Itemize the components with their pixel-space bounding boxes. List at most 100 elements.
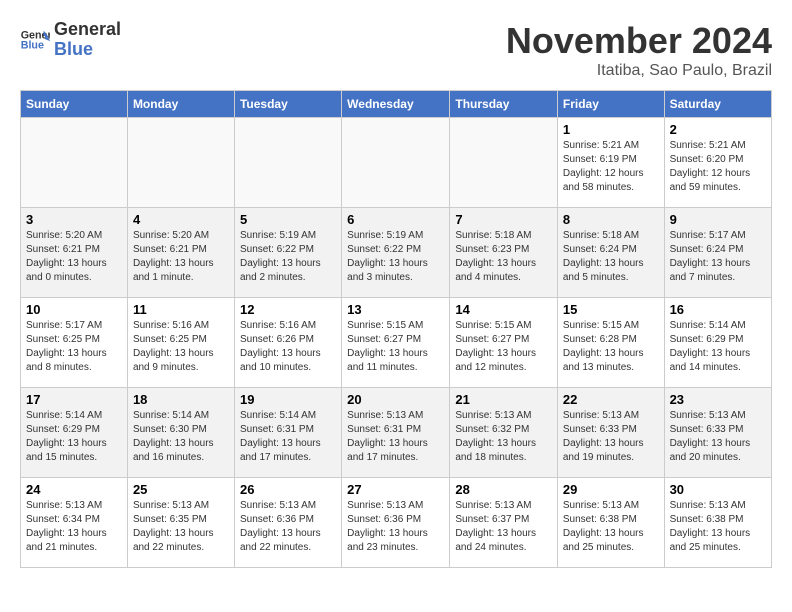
calendar-day-cell xyxy=(21,118,128,208)
day-number: 15 xyxy=(563,302,659,317)
calendar-day-cell: 14 Sunrise: 5:15 AM Sunset: 6:27 PM Dayli… xyxy=(450,298,558,388)
logo-icon: General Blue xyxy=(20,27,50,52)
day-of-week-header: Sunday xyxy=(21,91,128,118)
month-year-title: November 2024 xyxy=(506,20,772,62)
day-info: Sunrise: 5:13 AM Sunset: 6:36 PM Dayligh… xyxy=(240,499,336,555)
calendar-week-row: 3 Sunrise: 5:20 AM Sunset: 6:21 PM Daylig… xyxy=(21,208,772,298)
day-info: Sunrise: 5:13 AM Sunset: 6:34 PM Dayligh… xyxy=(26,499,122,555)
day-number: 6 xyxy=(347,212,444,227)
day-number: 7 xyxy=(455,212,552,227)
day-info: Sunrise: 5:20 AM Sunset: 6:21 PM Dayligh… xyxy=(26,229,122,285)
day-info: Sunrise: 5:14 AM Sunset: 6:29 PM Dayligh… xyxy=(670,319,766,375)
day-number: 22 xyxy=(563,392,659,407)
calendar-day-cell: 20Sunrise: 5:13 AM Sunset: 6:31 PM Dayli… xyxy=(342,388,450,478)
day-number: 20 xyxy=(347,392,444,407)
calendar-day-cell: 29Sunrise: 5:13 AM Sunset: 6:38 PM Dayli… xyxy=(557,478,664,568)
calendar-day-cell: 30Sunrise: 5:13 AM Sunset: 6:38 PM Dayli… xyxy=(664,478,771,568)
day-number: 23 xyxy=(670,392,766,407)
day-info: Sunrise: 5:19 AM Sunset: 6:22 PM Dayligh… xyxy=(347,229,444,285)
day-number: 28 xyxy=(455,482,552,497)
day-number: 2 xyxy=(670,122,766,137)
day-info: Sunrise: 5:14 AM Sunset: 6:29 PM Dayligh… xyxy=(26,409,122,465)
day-info: Sunrise: 5:13 AM Sunset: 6:38 PM Dayligh… xyxy=(670,499,766,555)
calendar-day-cell xyxy=(342,118,450,208)
day-of-week-header: Saturday xyxy=(664,91,771,118)
calendar-day-cell: 10Sunrise: 5:17 AM Sunset: 6:25 PM Dayli… xyxy=(21,298,128,388)
day-info: Sunrise: 5:17 AM Sunset: 6:24 PM Dayligh… xyxy=(670,229,766,285)
calendar-day-cell: 17 Sunrise: 5:14 AM Sunset: 6:29 PM Dayli… xyxy=(21,388,128,478)
calendar-day-cell: 1 Sunrise: 5:21 AM Sunset: 6:19 PM Daylig… xyxy=(557,118,664,208)
day-number: 17 xyxy=(26,392,122,407)
calendar-day-cell: 6 Sunrise: 5:19 AM Sunset: 6:22 PM Daylig… xyxy=(342,208,450,298)
page-header: General Blue General Blue November 2024 … xyxy=(20,20,772,80)
calendar-week-row: 24 Sunrise: 5:13 AM Sunset: 6:34 PM Dayli… xyxy=(21,478,772,568)
calendar-day-cell: 2 Sunrise: 5:21 AM Sunset: 6:20 PM Daylig… xyxy=(664,118,771,208)
calendar-day-cell: 27Sunrise: 5:13 AM Sunset: 6:36 PM Dayli… xyxy=(342,478,450,568)
day-of-week-header: Monday xyxy=(127,91,234,118)
day-number: 5 xyxy=(240,212,336,227)
day-info: Sunrise: 5:15 AM Sunset: 6:28 PM Dayligh… xyxy=(563,319,659,375)
calendar-day-cell: 15 Sunrise: 5:15 AM Sunset: 6:28 PM Dayli… xyxy=(557,298,664,388)
day-info: Sunrise: 5:16 AM Sunset: 6:25 PM Dayligh… xyxy=(133,319,229,375)
logo-blue: Blue xyxy=(54,40,121,60)
day-number: 21 xyxy=(455,392,552,407)
calendar-day-cell: 13Sunrise: 5:15 AM Sunset: 6:27 PM Dayli… xyxy=(342,298,450,388)
day-info: Sunrise: 5:19 AM Sunset: 6:22 PM Dayligh… xyxy=(240,229,336,285)
day-number: 8 xyxy=(563,212,659,227)
day-info: Sunrise: 5:13 AM Sunset: 6:32 PM Dayligh… xyxy=(455,409,552,465)
calendar-week-row: 1 Sunrise: 5:21 AM Sunset: 6:19 PM Daylig… xyxy=(21,118,772,208)
day-number: 1 xyxy=(563,122,659,137)
day-info: Sunrise: 5:13 AM Sunset: 6:36 PM Dayligh… xyxy=(347,499,444,555)
calendar-day-cell: 5 Sunrise: 5:19 AM Sunset: 6:22 PM Daylig… xyxy=(234,208,341,298)
calendar-day-cell: 22 Sunrise: 5:13 AM Sunset: 6:33 PM Dayli… xyxy=(557,388,664,478)
day-number: 3 xyxy=(26,212,122,227)
calendar-day-cell: 11 Sunrise: 5:16 AM Sunset: 6:25 PM Dayli… xyxy=(127,298,234,388)
calendar-day-cell: 9Sunrise: 5:17 AM Sunset: 6:24 PM Daylig… xyxy=(664,208,771,298)
calendar-day-cell xyxy=(234,118,341,208)
day-info: Sunrise: 5:18 AM Sunset: 6:23 PM Dayligh… xyxy=(455,229,552,285)
calendar-day-cell: 19 Sunrise: 5:14 AM Sunset: 6:31 PM Dayli… xyxy=(234,388,341,478)
calendar-day-cell: 7 Sunrise: 5:18 AM Sunset: 6:23 PM Daylig… xyxy=(450,208,558,298)
day-info: Sunrise: 5:13 AM Sunset: 6:33 PM Dayligh… xyxy=(563,409,659,465)
calendar-day-cell: 26 Sunrise: 5:13 AM Sunset: 6:36 PM Dayli… xyxy=(234,478,341,568)
calendar-day-cell: 16 Sunrise: 5:14 AM Sunset: 6:29 PM Dayli… xyxy=(664,298,771,388)
day-info: Sunrise: 5:17 AM Sunset: 6:25 PM Dayligh… xyxy=(26,319,122,375)
title-area: November 2024 Itatiba, Sao Paulo, Brazil xyxy=(506,20,772,80)
day-number: 4 xyxy=(133,212,229,227)
day-info: Sunrise: 5:14 AM Sunset: 6:31 PM Dayligh… xyxy=(240,409,336,465)
day-number: 12 xyxy=(240,302,336,317)
day-number: 14 xyxy=(455,302,552,317)
logo-general: General xyxy=(54,20,121,40)
day-of-week-header: Thursday xyxy=(450,91,558,118)
day-info: Sunrise: 5:13 AM Sunset: 6:37 PM Dayligh… xyxy=(455,499,552,555)
calendar-week-row: 17 Sunrise: 5:14 AM Sunset: 6:29 PM Dayli… xyxy=(21,388,772,478)
day-number: 19 xyxy=(240,392,336,407)
day-number: 11 xyxy=(133,302,229,317)
day-info: Sunrise: 5:16 AM Sunset: 6:26 PM Dayligh… xyxy=(240,319,336,375)
calendar-day-cell: 12 Sunrise: 5:16 AM Sunset: 6:26 PM Dayli… xyxy=(234,298,341,388)
day-of-week-header: Tuesday xyxy=(234,91,341,118)
calendar-day-cell xyxy=(450,118,558,208)
calendar-day-cell: 25Sunrise: 5:13 AM Sunset: 6:35 PM Dayli… xyxy=(127,478,234,568)
calendar-day-cell: 8Sunrise: 5:18 AM Sunset: 6:24 PM Daylig… xyxy=(557,208,664,298)
calendar-day-cell xyxy=(127,118,234,208)
day-info: Sunrise: 5:21 AM Sunset: 6:20 PM Dayligh… xyxy=(670,139,766,195)
calendar-header-row: SundayMondayTuesdayWednesdayThursdayFrid… xyxy=(21,91,772,118)
day-of-week-header: Friday xyxy=(557,91,664,118)
calendar-week-row: 10Sunrise: 5:17 AM Sunset: 6:25 PM Dayli… xyxy=(21,298,772,388)
day-info: Sunrise: 5:14 AM Sunset: 6:30 PM Dayligh… xyxy=(133,409,229,465)
day-number: 24 xyxy=(26,482,122,497)
day-info: Sunrise: 5:20 AM Sunset: 6:21 PM Dayligh… xyxy=(133,229,229,285)
day-info: Sunrise: 5:15 AM Sunset: 6:27 PM Dayligh… xyxy=(347,319,444,375)
day-info: Sunrise: 5:21 AM Sunset: 6:19 PM Dayligh… xyxy=(563,139,659,195)
day-info: Sunrise: 5:15 AM Sunset: 6:27 PM Dayligh… xyxy=(455,319,552,375)
day-number: 26 xyxy=(240,482,336,497)
day-number: 16 xyxy=(670,302,766,317)
calendar-day-cell: 28 Sunrise: 5:13 AM Sunset: 6:37 PM Dayli… xyxy=(450,478,558,568)
calendar-table: SundayMondayTuesdayWednesdayThursdayFrid… xyxy=(20,90,772,568)
calendar-day-cell: 24 Sunrise: 5:13 AM Sunset: 6:34 PM Dayli… xyxy=(21,478,128,568)
calendar-day-cell: 18 Sunrise: 5:14 AM Sunset: 6:30 PM Dayli… xyxy=(127,388,234,478)
day-of-week-header: Wednesday xyxy=(342,91,450,118)
logo: General Blue General Blue xyxy=(20,20,121,60)
day-number: 18 xyxy=(133,392,229,407)
